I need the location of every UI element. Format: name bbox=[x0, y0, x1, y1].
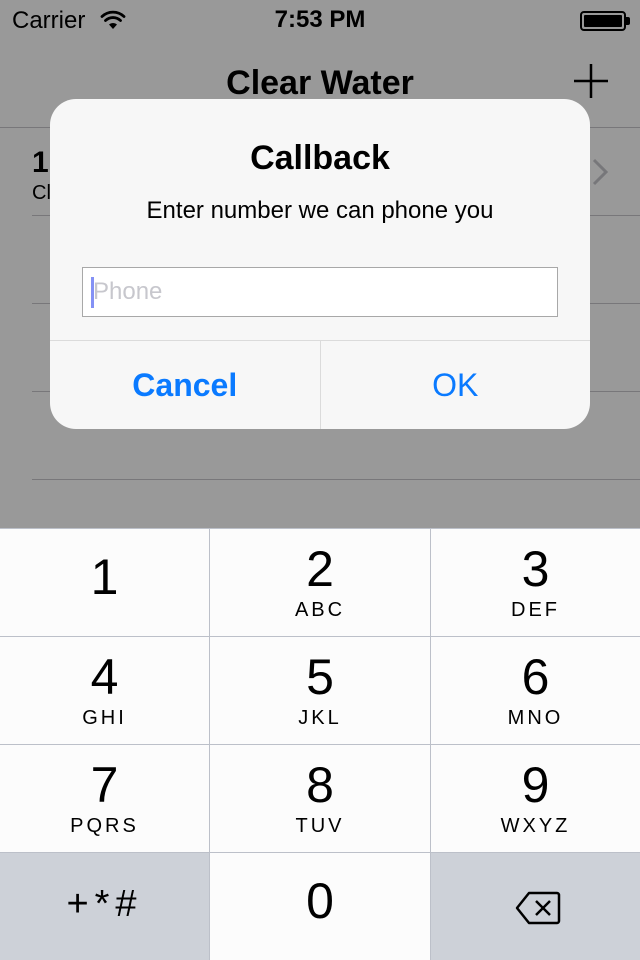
key-digit: 2 bbox=[306, 541, 334, 597]
key-digit: 0 bbox=[306, 873, 334, 929]
key-letters: DEF bbox=[511, 599, 560, 621]
key-8[interactable]: 8 TUV bbox=[210, 745, 430, 852]
key-digit: 6 bbox=[521, 649, 550, 705]
key-0[interactable]: 0 bbox=[210, 853, 430, 960]
key-digit: 7 bbox=[90, 757, 119, 813]
key-1[interactable]: 1 bbox=[0, 529, 209, 636]
key-2[interactable]: 2 ABC bbox=[210, 529, 430, 636]
key-letters: PQRS bbox=[70, 815, 139, 837]
alert-title: Callback bbox=[250, 139, 390, 177]
key-digit: 8 bbox=[306, 757, 334, 813]
cancel-button[interactable]: Cancel bbox=[50, 341, 321, 429]
key-digit: 5 bbox=[306, 649, 334, 705]
text-caret bbox=[91, 277, 94, 308]
key-letters: TUV bbox=[295, 815, 345, 837]
delete-backspace-icon bbox=[515, 891, 561, 925]
key-6[interactable]: 6 MNO bbox=[431, 637, 640, 744]
alert-actions: Cancel OK bbox=[50, 340, 590, 429]
key-digit: 3 bbox=[521, 541, 550, 597]
key-letters: JKL bbox=[298, 707, 342, 729]
key-letters: GHI bbox=[82, 707, 127, 729]
phone-input[interactable] bbox=[82, 267, 558, 317]
callback-alert: Callback Enter number we can phone you C… bbox=[50, 99, 590, 429]
alert-message: Enter number we can phone you bbox=[146, 197, 494, 224]
key-5[interactable]: 5 JKL bbox=[210, 637, 430, 744]
key-symbols[interactable]: +*# bbox=[0, 853, 209, 960]
key-7[interactable]: 7 PQRS bbox=[0, 745, 209, 852]
key-digit: 4 bbox=[90, 649, 119, 705]
phone-keypad: 1 2 ABC 3 DEF 4 GHI 5 JKL 6 MNO 7 PQRS 8… bbox=[0, 528, 640, 960]
delete-key[interactable] bbox=[431, 853, 640, 960]
key-digit: 9 bbox=[521, 757, 550, 813]
key-letters: MNO bbox=[507, 707, 564, 729]
key-letters: ABC bbox=[294, 599, 346, 621]
key-4[interactable]: 4 GHI bbox=[0, 637, 209, 744]
key-9[interactable]: 9 WXYZ bbox=[431, 745, 640, 852]
key-3[interactable]: 3 DEF bbox=[431, 529, 640, 636]
key-letters: WXYZ bbox=[500, 815, 571, 837]
ok-button[interactable]: OK bbox=[321, 341, 591, 429]
symbols-label: +*# bbox=[66, 883, 143, 925]
key-digit: 1 bbox=[90, 549, 119, 605]
